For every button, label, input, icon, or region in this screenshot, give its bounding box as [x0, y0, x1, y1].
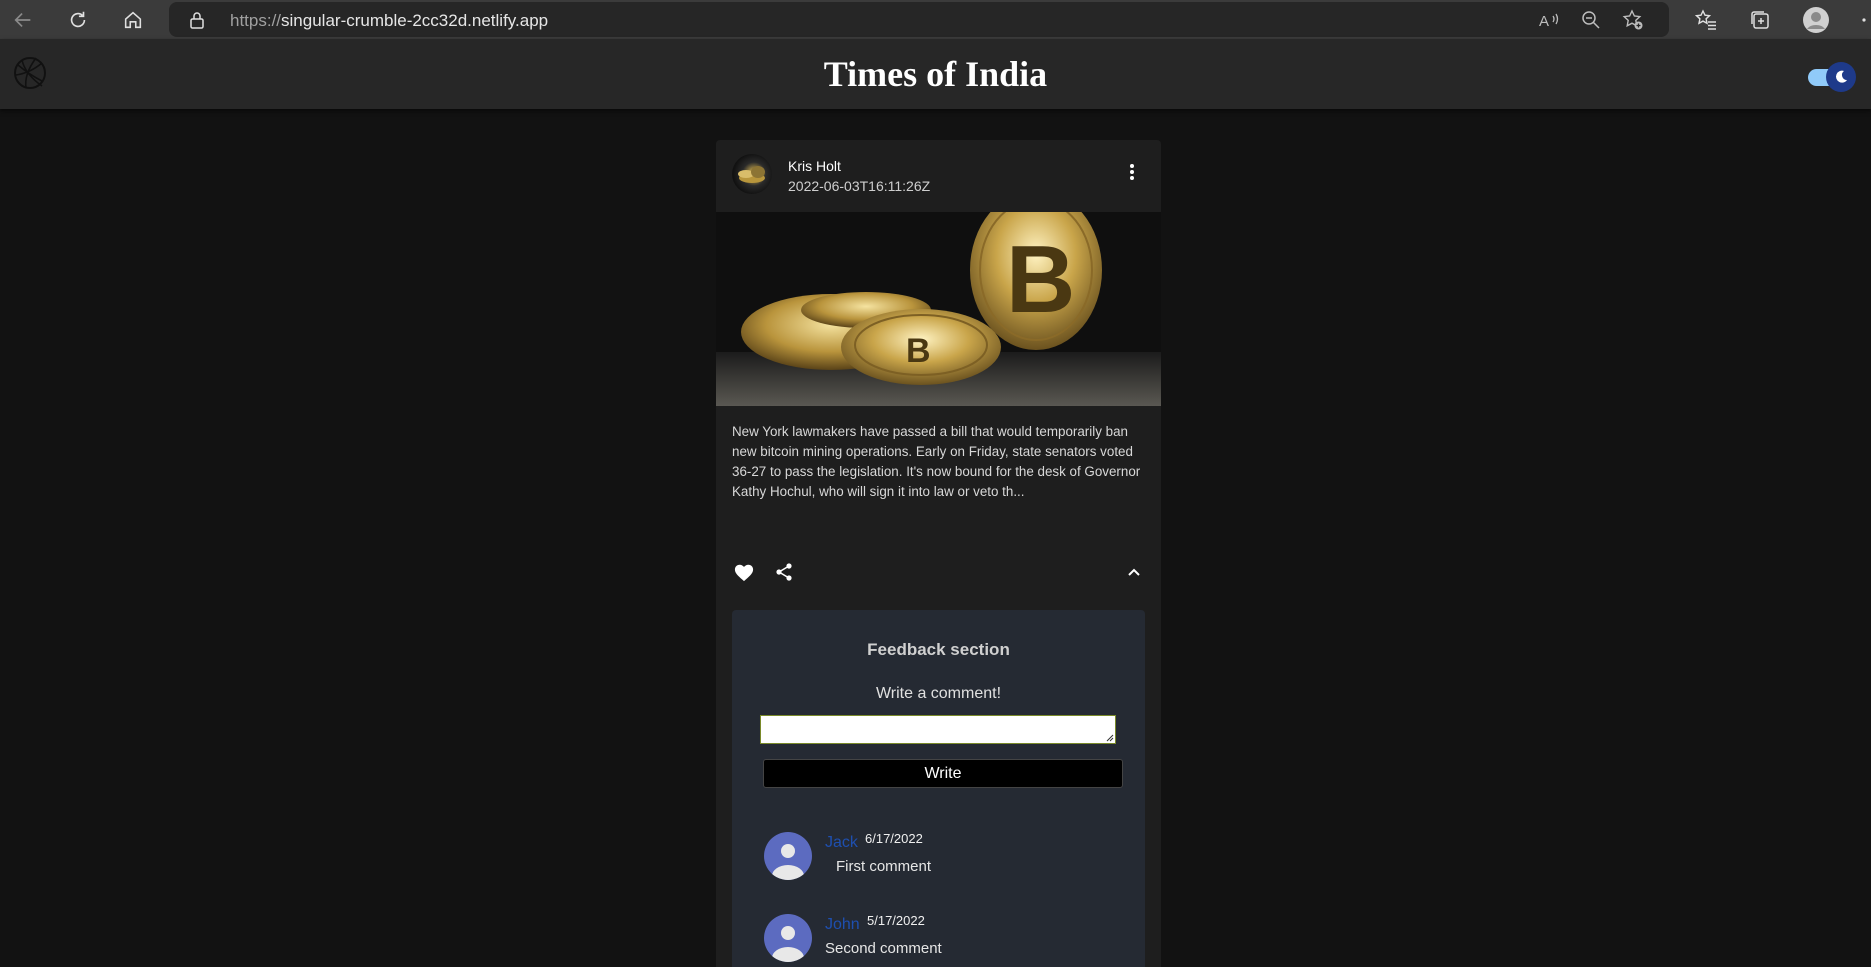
url-host: singular-crumble-2cc32d.netlify.app	[281, 11, 549, 30]
news-card: Kris Holt 2022-06-03T16:11:26Z B B New Y…	[716, 140, 1161, 967]
profile-icon[interactable]	[1802, 6, 1830, 34]
share-icon[interactable]	[770, 558, 798, 586]
browser-toolbar: https://singular-crumble-2cc32d.netlify.…	[0, 0, 1871, 39]
comment-input[interactable]	[760, 715, 1116, 744]
author-avatar	[732, 154, 772, 194]
comment-author[interactable]: John	[825, 916, 860, 934]
reload-icon[interactable]	[64, 6, 92, 34]
feedback-section: Feedback section Write a comment! Write …	[732, 610, 1145, 967]
lock-icon	[189, 11, 205, 34]
article-image: B B	[716, 212, 1161, 406]
app-header: Times of India	[0, 39, 1871, 109]
person-icon	[764, 832, 812, 880]
comment-text: First comment	[836, 858, 932, 875]
favorites-icon[interactable]	[1692, 6, 1720, 34]
write-button[interactable]: Write	[763, 759, 1123, 788]
url-scheme: https://	[230, 11, 282, 30]
svg-text:B: B	[906, 332, 931, 370]
home-icon[interactable]	[119, 6, 147, 34]
comment-author[interactable]: Jack	[825, 834, 858, 852]
comment-prompt: Write a comment!	[875, 685, 1002, 702]
person-icon	[764, 914, 812, 962]
read-aloud-icon[interactable]: A	[1537, 8, 1561, 32]
card-actions	[716, 552, 1161, 592]
comment-date: 5/17/2022	[867, 913, 925, 928]
comment-item: John 5/17/2022 Second comment	[764, 913, 1124, 967]
comment-text: Second comment	[825, 940, 942, 957]
expand-less-icon[interactable]	[1120, 558, 1148, 586]
comment-date: 6/17/2022	[865, 831, 923, 846]
more-vert-icon[interactable]	[1118, 158, 1146, 186]
moon-icon	[1826, 62, 1856, 92]
more-icon[interactable]	[1856, 6, 1871, 34]
post-date: 2022-06-03T16:11:26Z	[788, 178, 931, 194]
svg-text:B: B	[1006, 226, 1075, 333]
address-bar[interactable]: https://singular-crumble-2cc32d.netlify.…	[169, 2, 1669, 37]
page-title: Times of India	[823, 54, 1048, 94]
author-name: Kris Holt	[788, 158, 841, 174]
dark-mode-toggle[interactable]	[1808, 62, 1856, 92]
favorite-icon[interactable]	[730, 558, 758, 586]
address-url: https://singular-crumble-2cc32d.netlify.…	[230, 11, 548, 31]
feedback-title: Feedback section	[867, 640, 1010, 659]
collections-icon[interactable]	[1746, 6, 1774, 34]
add-favorite-icon[interactable]	[1621, 8, 1645, 32]
zoom-out-icon[interactable]	[1579, 8, 1603, 32]
back-icon[interactable]	[9, 6, 37, 34]
comment-item: Jack 6/17/2022 First comment	[764, 831, 1124, 892]
article-description: New York lawmakers have passed a bill th…	[732, 424, 1141, 499]
card-header: Kris Holt 2022-06-03T16:11:26Z	[716, 140, 1161, 212]
svg-text:A: A	[1539, 13, 1549, 30]
